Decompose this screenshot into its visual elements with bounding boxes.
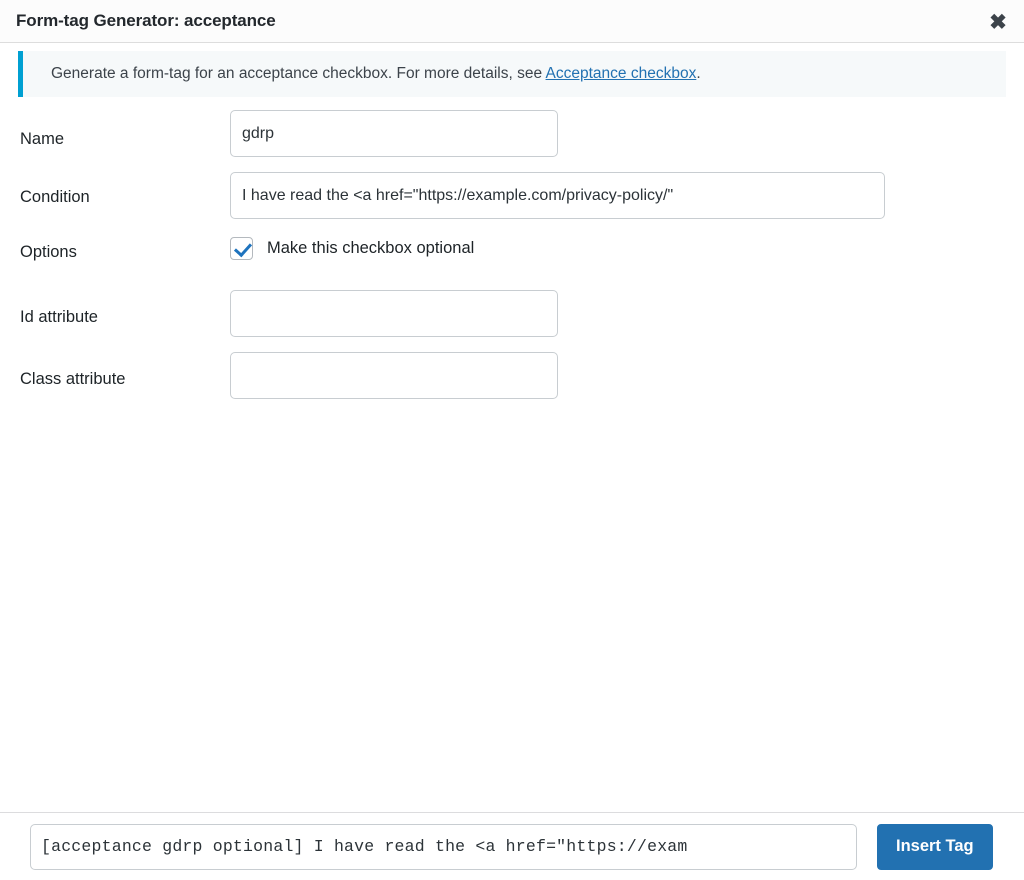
class-attribute-input[interactable]	[230, 352, 558, 399]
field-wrap-condition	[230, 172, 1024, 219]
dialog-header: Form-tag Generator: acceptance ✖	[0, 0, 1024, 43]
field-row-condition: Condition	[0, 172, 1024, 231]
dialog-footer: Insert Tag	[0, 812, 1024, 880]
field-wrap-class-attribute	[230, 352, 1024, 399]
field-row-name: Name	[0, 110, 1024, 172]
form-fields: Name Condition Options Make this checkbo…	[0, 110, 1024, 414]
field-row-id-attribute: Id attribute	[0, 290, 1024, 352]
close-icon[interactable]: ✖	[980, 4, 1016, 40]
insert-tag-button[interactable]: Insert Tag	[877, 823, 993, 870]
form-tag-generator-dialog: Form-tag Generator: acceptance ✖ Generat…	[0, 0, 1024, 880]
checkmark-icon[interactable]	[230, 237, 253, 260]
field-wrap-name	[230, 110, 1024, 157]
label-condition: Condition	[20, 188, 90, 206]
notice-text: Generate a form-tag for an acceptance ch…	[23, 62, 701, 85]
field-wrap-options: Make this checkbox optional	[230, 231, 1024, 260]
field-row-class-attribute: Class attribute	[0, 352, 1024, 414]
optional-checkbox-group[interactable]: Make this checkbox optional	[230, 231, 1024, 260]
name-input[interactable]	[230, 110, 558, 157]
condition-input[interactable]	[230, 172, 885, 219]
id-attribute-input[interactable]	[230, 290, 558, 337]
acceptance-checkbox-link[interactable]: Acceptance checkbox	[546, 65, 697, 82]
dialog-title: Form-tag Generator: acceptance	[16, 11, 276, 30]
info-notice: Generate a form-tag for an acceptance ch…	[18, 51, 1006, 97]
notice-text-before: Generate a form-tag for an acceptance ch…	[51, 65, 546, 83]
notice-text-after: .	[696, 65, 701, 83]
label-class-attribute: Class attribute	[20, 370, 126, 388]
field-wrap-id-attribute	[230, 290, 1024, 337]
label-id-attribute: Id attribute	[20, 308, 98, 326]
generated-tag-input[interactable]	[30, 823, 857, 870]
optional-checkbox-label[interactable]: Make this checkbox optional	[267, 239, 474, 258]
field-row-options: Options Make this checkbox optional	[0, 231, 1024, 290]
label-options: Options	[20, 243, 77, 261]
label-name: Name	[20, 130, 65, 148]
